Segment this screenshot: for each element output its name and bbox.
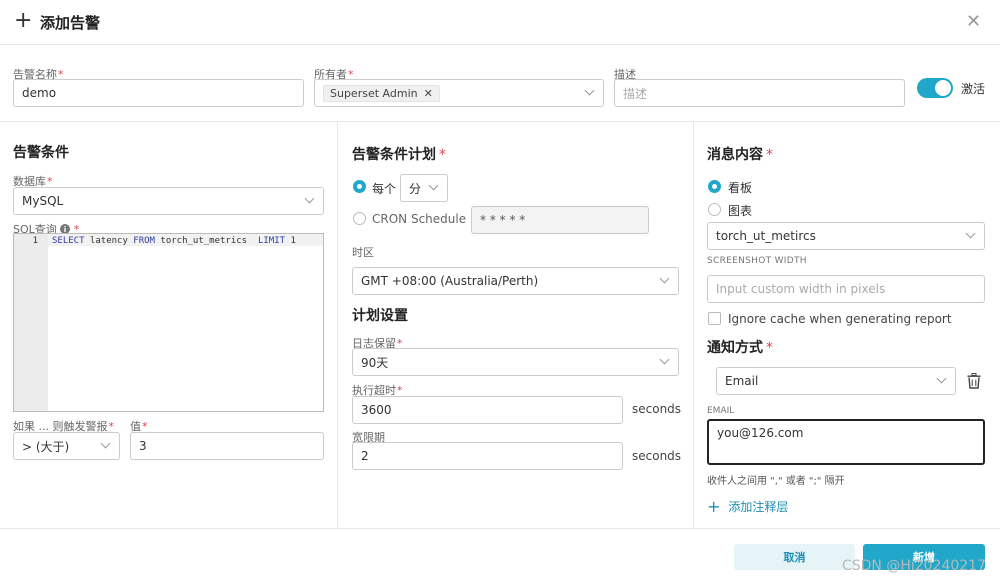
remove-tag-icon[interactable]: ✕	[424, 87, 433, 100]
every-unit-select[interactable]: 分	[400, 174, 448, 202]
notify-method-title: 通知方式 *	[707, 340, 773, 356]
trigger-select[interactable]: > (大于)	[13, 432, 120, 460]
chart-select[interactable]: torch_ut_metircs	[707, 222, 985, 250]
screenshot-width-input[interactable]: Input custom width in pixels	[707, 275, 985, 303]
trash-icon[interactable]	[967, 373, 981, 389]
ignore-cache-label: Ignore cache when generating report	[728, 312, 952, 326]
alert-condition-title: 告警条件	[13, 145, 69, 161]
modal-header: + 添加告警 ✕	[0, 0, 1000, 45]
notify-method-select[interactable]: Email	[716, 367, 956, 395]
top-divider	[0, 121, 1000, 122]
chevron-down-icon	[305, 196, 315, 206]
alert-name-input[interactable]: demo	[13, 79, 304, 107]
chevron-down-icon	[966, 231, 976, 241]
chevron-down-icon	[660, 357, 670, 367]
every-label: 每个	[372, 182, 397, 196]
database-select[interactable]: MySQL	[13, 187, 324, 215]
email-hint: 收件人之间用 "," 或者 ";" 隔开	[707, 476, 845, 487]
cancel-button[interactable]: 取消	[734, 544, 855, 570]
timezone-select[interactable]: GMT +08:00 (Australia/Perth)	[352, 267, 679, 295]
right-divider	[693, 121, 694, 528]
chevron-down-icon	[660, 276, 670, 286]
chevron-down-icon	[585, 88, 595, 98]
schedule-title: 告警条件计划 *	[352, 147, 446, 163]
value-input[interactable]: 3	[130, 432, 324, 460]
plan-settings-title: 计划设置	[352, 308, 408, 324]
plus-icon: +	[14, 8, 33, 33]
owner-tag: Superset Admin ✕	[323, 84, 440, 102]
log-retention-select[interactable]: 90天	[352, 348, 679, 376]
grace-unit: seconds	[632, 449, 682, 463]
ignore-cache-checkbox[interactable]	[708, 312, 721, 325]
close-icon[interactable]: ✕	[966, 11, 981, 32]
every-radio[interactable]	[353, 180, 366, 193]
modal-title: 添加告警	[40, 14, 101, 32]
sql-code: SELECT latency FROM torch_ut_metrics LIM…	[52, 236, 296, 246]
cron-label: CRON Schedule	[372, 212, 467, 226]
active-label: 激活	[961, 82, 986, 96]
chevron-down-icon	[101, 441, 111, 451]
plus-icon: +	[707, 496, 721, 516]
left-divider	[337, 121, 338, 528]
chart-label: 图表	[728, 204, 753, 218]
active-toggle[interactable]	[917, 78, 953, 98]
chevron-down-icon	[937, 376, 947, 386]
editor-gutter: 1	[14, 234, 48, 411]
description-input[interactable]: 描述	[614, 79, 905, 107]
add-annotation-layer-link[interactable]: + 添加注释层	[707, 498, 788, 515]
dashboard-radio[interactable]	[708, 180, 721, 193]
timeout-unit: seconds	[632, 402, 682, 416]
watermark: CSDN @Hi20240217	[841, 558, 986, 574]
cron-radio[interactable]	[353, 212, 366, 225]
email-label: EMAIL	[707, 406, 735, 416]
timeout-input[interactable]: 3600	[352, 396, 623, 424]
cron-input[interactable]: * * * * *	[471, 206, 649, 234]
chevron-down-icon	[429, 183, 439, 193]
message-content-title: 消息内容 *	[707, 147, 773, 163]
sql-editor[interactable]: 1 SELECT latency FROM torch_ut_metrics L…	[13, 233, 324, 412]
bottom-divider	[0, 528, 1000, 529]
grace-input[interactable]: 2	[352, 442, 623, 470]
chart-radio[interactable]	[708, 203, 721, 216]
dashboard-label: 看板	[728, 181, 753, 195]
email-textarea[interactable]: you@126.com	[707, 419, 985, 465]
owners-select[interactable]: Superset Admin ✕	[314, 79, 604, 107]
timezone-label: 时区	[352, 246, 374, 259]
screenshot-width-label: SCREENSHOT WIDTH	[707, 256, 807, 266]
